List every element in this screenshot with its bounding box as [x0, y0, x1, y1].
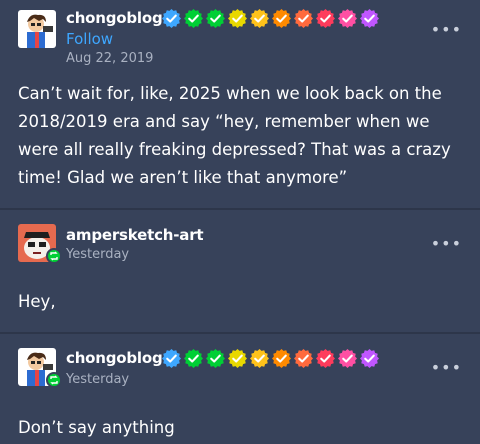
checkmark-badge-icon — [206, 9, 225, 28]
more-options-icon[interactable]: ••• — [431, 234, 462, 253]
reblog-icon — [46, 372, 62, 388]
checkmark-badge-icon — [272, 349, 291, 368]
post-timestamp: Aug 22, 2019 — [66, 51, 154, 66]
checkmark-badge-icon — [316, 349, 335, 368]
checkmark-badge-icon — [250, 349, 269, 368]
checkmark-badge-icon — [316, 9, 335, 28]
checkmark-badge-icon — [338, 9, 357, 28]
post-body: Hey, — [18, 292, 56, 311]
checkmark-badge-icon — [184, 9, 203, 28]
checkmark-badge-icon — [338, 349, 357, 368]
chongoblog-avatar-icon — [18, 10, 56, 48]
checkmark-badge-icon — [206, 349, 225, 368]
reblog-entry: chongoblog Yesterday ••• Don’t say anyth… — [0, 334, 480, 444]
checkmark-badge-icon — [360, 349, 379, 368]
checkmark-badge-icon — [184, 349, 203, 368]
verified-badge-icon — [162, 349, 181, 368]
checkmark-badge-icon — [360, 9, 379, 28]
follow-button[interactable]: Follow — [66, 30, 113, 48]
checkmark-badge-icon — [294, 9, 313, 28]
badge-row — [162, 9, 379, 28]
post-body: Can’t wait for, like, 2025 when we look … — [18, 84, 451, 187]
checkmark-badge-icon — [250, 9, 269, 28]
checkmark-badge-icon — [272, 9, 291, 28]
reblog-icon — [46, 248, 62, 264]
reblog-entry: ampersketch-art Yesterday ••• Hey, — [0, 210, 480, 332]
avatar-chongoblog[interactable] — [18, 10, 56, 48]
checkmark-badge-icon — [294, 349, 313, 368]
post-timestamp: Yesterday — [66, 372, 130, 387]
post-original: chongoblog Follow Aug 22, 2019 ••• Can’t… — [0, 0, 480, 208]
checkmark-badge-icon — [228, 349, 247, 368]
username[interactable]: chongoblog — [66, 349, 163, 367]
verified-badge-icon — [162, 9, 181, 28]
more-options-icon[interactable]: ••• — [431, 358, 462, 377]
post-timestamp: Yesterday — [66, 247, 130, 262]
more-options-icon[interactable]: ••• — [431, 20, 462, 39]
username[interactable]: chongoblog — [66, 9, 163, 27]
post-body: Don’t say anything — [18, 418, 175, 437]
checkmark-badge-icon — [228, 9, 247, 28]
username[interactable]: ampersketch-art — [66, 226, 204, 244]
badge-row — [162, 349, 379, 368]
